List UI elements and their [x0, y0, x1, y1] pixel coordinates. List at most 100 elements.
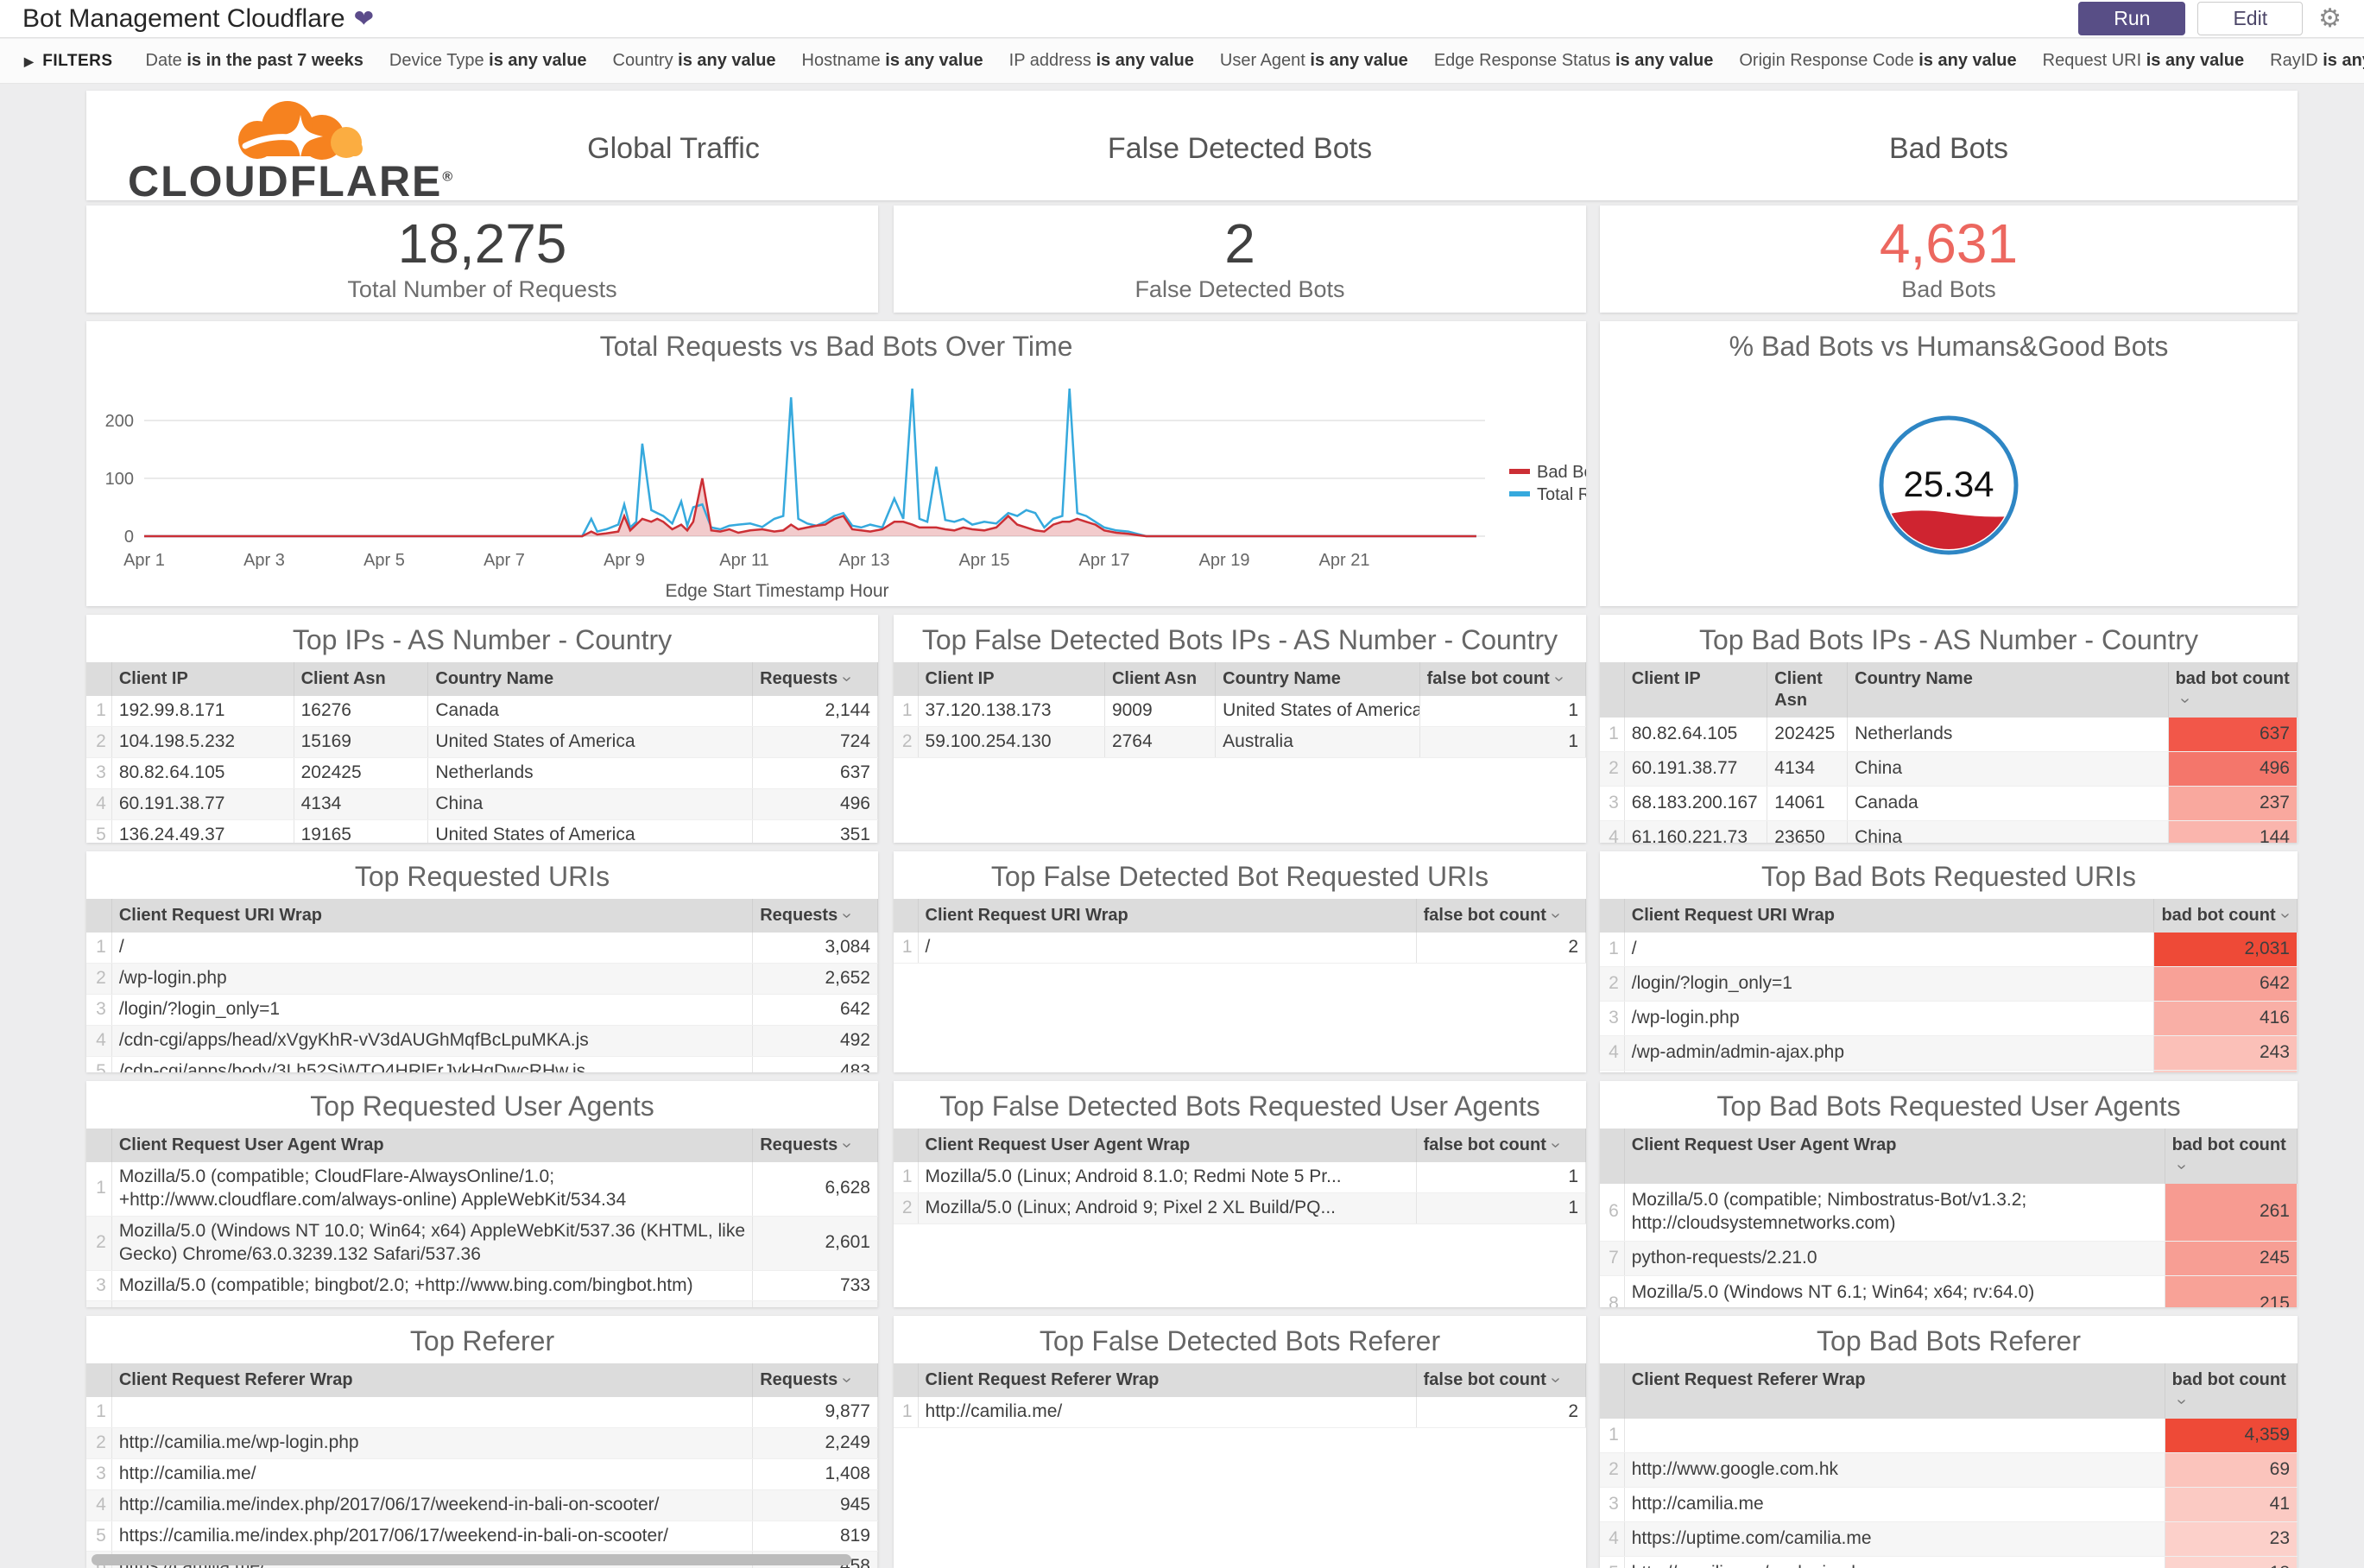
cell: python-requests/2.21.0 — [1624, 1241, 2165, 1276]
cell: 1 — [1416, 1192, 1586, 1224]
filter-item[interactable]: User Agent is any value — [1220, 51, 1408, 70]
cell: http://camilia.me/wp-login.php — [1624, 1556, 2165, 1568]
tile-top-referer: Top Referer Client Request Referer Wrap Re… — [86, 1316, 878, 1568]
cell: 9009 — [1104, 696, 1217, 727]
cell: Mozilla/5.0 (Linux; Android 8.1.0; Redmi… — [918, 1162, 1417, 1193]
data-table: Client IP Client Asn Country Name bad bot c… — [1600, 662, 2298, 843]
cell: 483 — [752, 1056, 878, 1072]
sortable-column-header[interactable]: Requests› — [752, 1129, 878, 1162]
table-title: Top False Detected Bots IPs - AS Number … — [921, 624, 1558, 655]
horizontal-scrollbar[interactable] — [92, 1554, 851, 1565]
run-button[interactable]: Run — [2078, 2, 2186, 35]
row-number: 2 — [1600, 751, 1625, 787]
cell: 14061 — [1767, 786, 1849, 821]
table-row: 1 9,877 — [86, 1397, 878, 1428]
sort-caret-icon: › — [2175, 698, 2195, 704]
cell: 945 — [752, 1489, 878, 1521]
filter-item[interactable]: Origin Response Code is any value — [1739, 51, 2016, 70]
column-header: Client Asn — [1104, 662, 1217, 696]
tile-top-bad-bot-ips: Top Bad Bots IPs - AS Number - Country Cl… — [1600, 615, 2298, 843]
kpi-caption: False Detected Bots — [1135, 276, 1345, 303]
section-title-global-traffic: Global Traffic — [587, 132, 760, 165]
table-row: 3/wp-login.php 416 — [1600, 1001, 2298, 1036]
timeseries-chart-tile: Total Requests vs Bad Bots Over Time 0 10… — [86, 321, 1586, 606]
table-title: Top False Detected Bots Requested User A… — [939, 1091, 1540, 1122]
edit-button[interactable]: Edit — [2197, 2, 2304, 35]
cloudflare-wordmark: CLOUDFLARE® — [128, 157, 455, 200]
column-header: Country Name — [1215, 662, 1420, 696]
cell: United States of America — [427, 819, 754, 843]
sortable-column-header[interactable]: false bot count› — [1419, 662, 1586, 696]
column-header: Client Request Referer Wrap — [111, 1363, 754, 1397]
sortable-column-header[interactable]: false bot count› — [1416, 1129, 1586, 1162]
filters-toggle[interactable]: ▶ FILTERS — [24, 52, 113, 71]
cell: 681 — [752, 1300, 878, 1307]
kpi-bad-bots: 4,631 Bad Bots — [1600, 205, 2298, 313]
svg-text:100: 100 — [105, 470, 134, 489]
sort-caret-icon: › — [2275, 913, 2295, 919]
sortable-column-header[interactable]: Requests› — [752, 662, 878, 696]
cell: / — [1624, 933, 2155, 967]
row-number: 1 — [1600, 718, 1625, 752]
cell: 136.24.49.37 — [111, 819, 294, 843]
cell: 2,031 — [2153, 933, 2298, 967]
gear-icon[interactable]: ⚙ — [2318, 3, 2342, 34]
column-header — [894, 1363, 919, 1397]
row-number: 4 — [1600, 1521, 1625, 1557]
column-header: Country Name — [427, 662, 754, 696]
column-header: Country Name — [1847, 662, 2169, 718]
filter-item[interactable]: Request URI is any value — [2043, 51, 2244, 70]
column-header: Client IP — [111, 662, 294, 696]
sortable-column-header[interactable]: false bot count› — [1416, 899, 1586, 933]
column-header: Client IP — [1624, 662, 1768, 718]
sortable-column-header[interactable]: false bot count› — [1416, 1363, 1586, 1397]
row-number: 1 — [894, 1162, 919, 1193]
cell: 4134 — [294, 788, 429, 820]
filter-item[interactable]: IP address is any value — [1009, 51, 1194, 70]
filter-item[interactable]: RayID is any value — [2270, 51, 2364, 70]
cell: /xmlrpc.php — [1624, 1070, 2155, 1072]
sort-caret-icon: › — [1549, 676, 1569, 682]
row-number: 2 — [1600, 1452, 1625, 1488]
cell: http://camilia.me/ — [918, 1397, 1417, 1428]
row-number: 2 — [86, 726, 112, 758]
cell: /cdn-cgi/apps/body/3Lh52SjWTQ4HRlErJykHq… — [111, 1056, 754, 1072]
sortable-column-header[interactable]: bad bot count› — [2165, 1129, 2298, 1184]
filter-item[interactable]: Country is any value — [613, 51, 776, 70]
filter-item[interactable]: Hostname is any value — [802, 51, 983, 70]
filter-item[interactable]: Device Type is any value — [389, 51, 587, 70]
cell: 60.191.38.77 — [111, 788, 294, 820]
data-table: Client Request URI Wrap Requests› 1/3,084 2… — [86, 899, 878, 1072]
table-row: 6 Mozilla/5.0 (compatible; Nimbostratus-B… — [1600, 1184, 2298, 1242]
row-number: 5 — [86, 1056, 112, 1072]
cell: Australia — [1215, 726, 1420, 758]
svg-text:Edge Start Timestamp Hour: Edge Start Timestamp Hour — [665, 581, 888, 601]
svg-text:Total Requests: Total Requests — [1537, 485, 1586, 504]
row-number: 6 — [1600, 1184, 1625, 1242]
cell: Mozilla/5.0 (Windows NT 10.0; Win64; x64… — [111, 1216, 754, 1271]
sortable-column-header[interactable]: bad bot count› — [2168, 662, 2298, 718]
row-number: 5 — [86, 819, 112, 843]
sortable-column-header[interactable]: bad bot count› — [2165, 1363, 2298, 1419]
column-header: Client Request URI Wrap — [918, 899, 1417, 933]
sortable-column-header[interactable]: Requests› — [752, 899, 878, 933]
table-title: Top Bad Bots IPs - AS Number - Country — [1698, 624, 2198, 655]
table-row: 1/2,031 — [1600, 933, 2298, 967]
cell: 15169 — [294, 726, 429, 758]
filter-item[interactable]: Edge Response Status is any value — [1434, 51, 1714, 70]
row-number: 2 — [86, 963, 112, 995]
row-number: 4 — [86, 1300, 112, 1307]
gauge-tile: % Bad Bots vs Humans&Good Bots 25.34 — [1600, 321, 2298, 606]
filter-item[interactable]: Date is in the past 7 weeks — [146, 51, 363, 70]
cell: /login/?login_only=1 — [111, 994, 754, 1026]
liquid-gauge: 25.34 — [1879, 415, 2019, 555]
cell: 215 — [2165, 1275, 2298, 1307]
cell: 68.183.200.167 — [1624, 786, 1768, 821]
kpi-value: 2 — [1224, 212, 1255, 275]
kpi-value: 18,275 — [397, 212, 567, 275]
data-table: Client Request Referer Wrap false bot cou… — [894, 1363, 1586, 1428]
table-row: 3 Mozilla/5.0 (compatible; bingbot/2.0; +… — [86, 1270, 878, 1302]
gauge-title: % Bad Bots vs Humans&Good Bots — [1729, 331, 2169, 362]
sortable-column-header[interactable]: bad bot count› — [2153, 899, 2298, 933]
sortable-column-header[interactable]: Requests› — [752, 1363, 878, 1397]
